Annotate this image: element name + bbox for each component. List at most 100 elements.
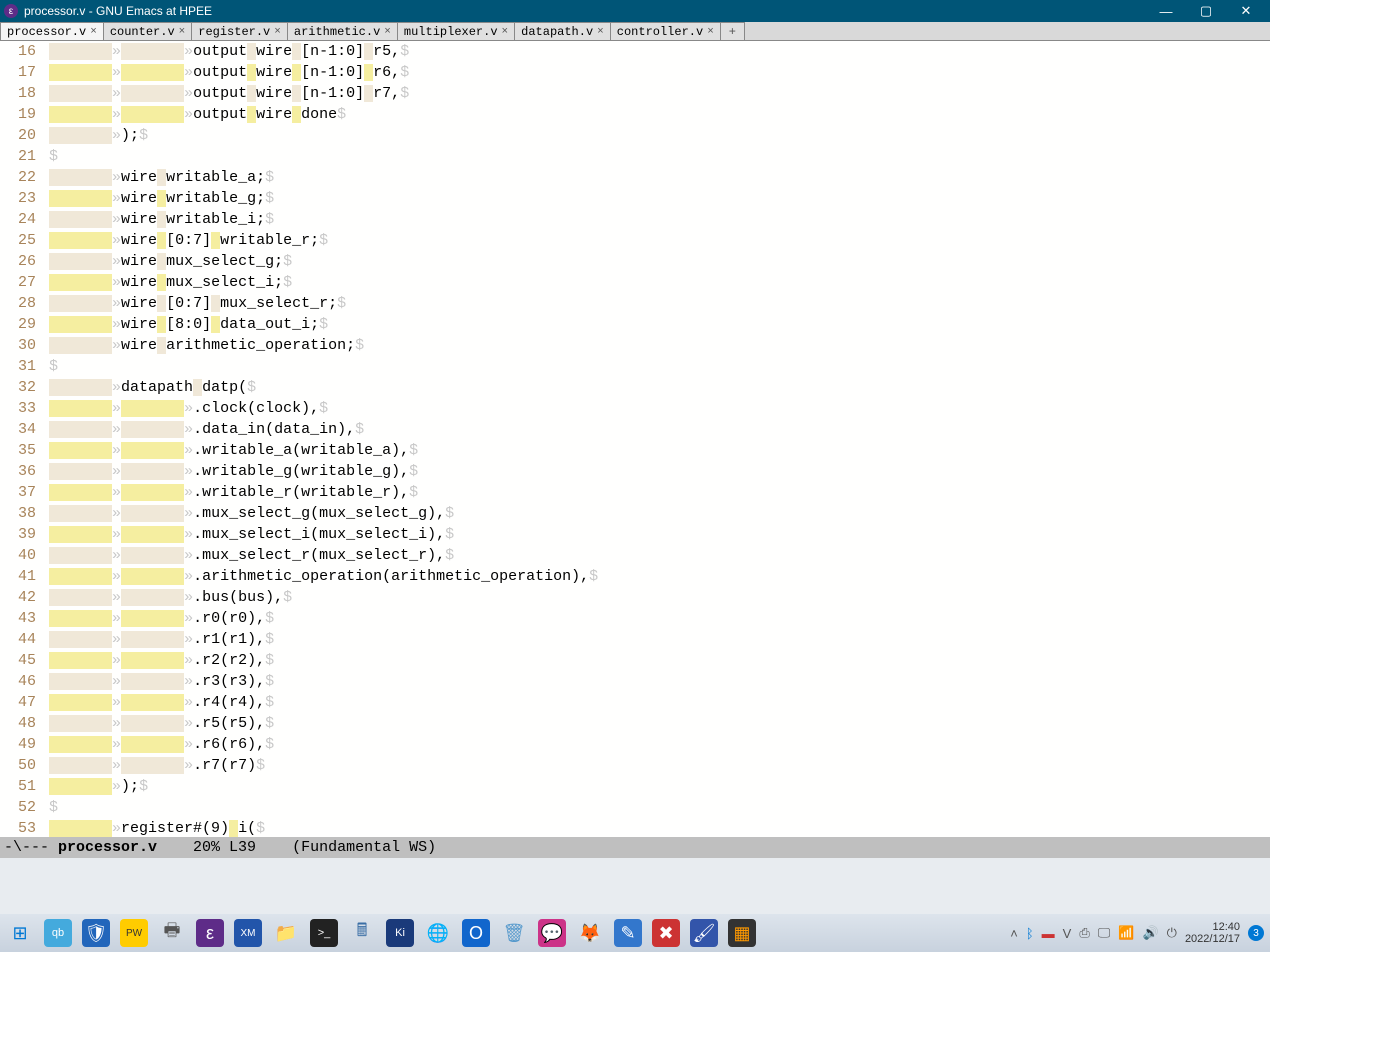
- code-line[interactable]: 40 » ».mux_select_r(mux_select_r),$: [0, 545, 1270, 566]
- qb-icon[interactable]: qb: [44, 919, 72, 947]
- power-icon[interactable]: ⏻: [1167, 925, 1177, 941]
- printer-icon[interactable]: 🖶: [158, 919, 186, 947]
- code-line[interactable]: 43 » ».r0(r0),$: [0, 608, 1270, 629]
- new-tab-button[interactable]: +: [720, 22, 745, 40]
- sublime-icon[interactable]: ▦: [728, 919, 756, 947]
- code-line[interactable]: 20 »);$: [0, 125, 1270, 146]
- calc-icon[interactable]: 🖩: [348, 919, 376, 947]
- tab-datapath-v[interactable]: datapath.v×: [514, 22, 611, 40]
- wifi-icon[interactable]: 📶: [1118, 925, 1134, 941]
- close-icon[interactable]: ×: [274, 26, 281, 38]
- code-line[interactable]: 44 » ».r1(r1),$: [0, 629, 1270, 650]
- vpn-icon[interactable]: V: [1063, 926, 1072, 941]
- tab-label: processor.v: [7, 25, 86, 39]
- code-line[interactable]: 24 »wire writable_i;$: [0, 209, 1270, 230]
- minimize-button[interactable]: —: [1146, 4, 1186, 19]
- clock[interactable]: 12:40 2022/12/17: [1185, 921, 1240, 945]
- firefox-icon[interactable]: 🦊: [576, 919, 604, 947]
- code-line[interactable]: 18 » »output wire [n-1:0] r7,$: [0, 83, 1270, 104]
- close-icon[interactable]: ×: [179, 26, 186, 38]
- line-number: 22: [0, 167, 40, 188]
- code-text: » »output wire done$: [40, 104, 346, 125]
- code-line[interactable]: 36 » ».writable_g(writable_g),$: [0, 461, 1270, 482]
- modeline: -\--- processor.v 20% L39 (Fundamental W…: [0, 837, 1270, 858]
- close-icon[interactable]: ×: [707, 26, 714, 38]
- volume-icon[interactable]: 🔊: [1142, 925, 1158, 941]
- code-line[interactable]: 45 » ».r2(r2),$: [0, 650, 1270, 671]
- code-line[interactable]: 47 » ».r4(r4),$: [0, 692, 1270, 713]
- battery-low-icon[interactable]: ▬: [1042, 926, 1055, 941]
- code-text: » ».writable_g(writable_g),$: [40, 461, 418, 482]
- tab-controller-v[interactable]: controller.v×: [610, 22, 721, 40]
- line-number: 43: [0, 608, 40, 629]
- pw-icon[interactable]: PW: [120, 919, 148, 947]
- bluetooth-icon[interactable]: ᛒ: [1026, 926, 1034, 941]
- code-line[interactable]: 23 »wire writable_g;$: [0, 188, 1270, 209]
- close-button[interactable]: ✕: [1226, 3, 1266, 19]
- code-line[interactable]: 38 » ».mux_select_g(mux_select_g),$: [0, 503, 1270, 524]
- display-icon[interactable]: 🖵: [1098, 925, 1111, 941]
- editor-pane[interactable]: 16 » »output wire [n-1:0] r5,$17 » »outp…: [0, 41, 1270, 837]
- code-line[interactable]: 22 »wire writable_a;$: [0, 167, 1270, 188]
- notification-icon[interactable]: 3: [1248, 925, 1264, 941]
- outlook-icon[interactable]: O: [462, 919, 490, 947]
- code-text: » ».r7(r7)$: [40, 755, 265, 776]
- code-line[interactable]: 53 »register#(9) i($: [0, 818, 1270, 837]
- terminal-icon[interactable]: >_: [310, 919, 338, 947]
- code-line[interactable]: 37 » ».writable_r(writable_r),$: [0, 482, 1270, 503]
- code-line[interactable]: 33 » ».clock(clock),$: [0, 398, 1270, 419]
- close-app-icon[interactable]: ✖: [652, 919, 680, 947]
- discord-icon[interactable]: 💬: [538, 919, 566, 947]
- code-line[interactable]: 52 $: [0, 797, 1270, 818]
- close-icon[interactable]: ×: [90, 26, 97, 38]
- globe-icon[interactable]: 🌐: [424, 919, 452, 947]
- code-text: »wire [0:7] writable_r;$: [40, 230, 328, 251]
- folder-icon[interactable]: 📁: [272, 919, 300, 947]
- code-line[interactable]: 27 »wire mux_select_i;$: [0, 272, 1270, 293]
- maximize-button[interactable]: ▢: [1186, 3, 1226, 19]
- usb-icon[interactable]: ⎙: [1079, 925, 1089, 941]
- code-line[interactable]: 16 » »output wire [n-1:0] r5,$: [0, 41, 1270, 62]
- code-line[interactable]: 29 »wire [8:0] data_out_i;$: [0, 314, 1270, 335]
- edit-icon[interactable]: ✎: [614, 919, 642, 947]
- code-line[interactable]: 21 $: [0, 146, 1270, 167]
- code-line[interactable]: 19 » »output wire done$: [0, 104, 1270, 125]
- code-line[interactable]: 35 » ».writable_a(writable_a),$: [0, 440, 1270, 461]
- code-line[interactable]: 48 » ».r5(r5),$: [0, 713, 1270, 734]
- chevron-up-icon[interactable]: ˄: [1010, 926, 1018, 941]
- emacs-icon[interactable]: ε: [196, 919, 224, 947]
- paint-icon[interactable]: 🖌: [690, 919, 718, 947]
- code-text: » ».mux_select_r(mux_select_r),$: [40, 545, 454, 566]
- code-line[interactable]: 46 » ».r3(r3),$: [0, 671, 1270, 692]
- code-line[interactable]: 25 »wire [0:7] writable_r;$: [0, 230, 1270, 251]
- tab-register-v[interactable]: register.v×: [191, 22, 288, 40]
- code-text: » ».r5(r5),$: [40, 713, 274, 734]
- kicad-icon[interactable]: Ki: [386, 919, 414, 947]
- code-line[interactable]: 41 » ».arithmetic_operation(arithmetic_o…: [0, 566, 1270, 587]
- shield-icon[interactable]: 🛡: [82, 919, 110, 947]
- tab-arithmetic-v[interactable]: arithmetic.v×: [287, 22, 398, 40]
- start-icon[interactable]: ⊞: [6, 919, 34, 947]
- code-line[interactable]: 30 »wire arithmetic_operation;$: [0, 335, 1270, 356]
- code-line[interactable]: 31 $: [0, 356, 1270, 377]
- code-line[interactable]: 17 » »output wire [n-1:0] r6,$: [0, 62, 1270, 83]
- code-line[interactable]: 39 » ».mux_select_i(mux_select_i),$: [0, 524, 1270, 545]
- close-icon[interactable]: ×: [384, 26, 391, 38]
- code-line[interactable]: 51 »);$: [0, 776, 1270, 797]
- trash-icon[interactable]: 🗑: [500, 919, 528, 947]
- code-line[interactable]: 34 » ».data_in(data_in),$: [0, 419, 1270, 440]
- xm-icon[interactable]: XM: [234, 919, 262, 947]
- code-line[interactable]: 26 »wire mux_select_g;$: [0, 251, 1270, 272]
- line-number: 23: [0, 188, 40, 209]
- code-line[interactable]: 28 »wire [0:7] mux_select_r;$: [0, 293, 1270, 314]
- code-line[interactable]: 32 »datapath datp($: [0, 377, 1270, 398]
- close-icon[interactable]: ×: [502, 26, 509, 38]
- tab-processor-v[interactable]: processor.v ×: [0, 22, 104, 40]
- code-line[interactable]: 42 » ».bus(bus),$: [0, 587, 1270, 608]
- code-line[interactable]: 50 » ».r7(r7)$: [0, 755, 1270, 776]
- close-icon[interactable]: ×: [597, 26, 604, 38]
- tab-counter-v[interactable]: counter.v×: [103, 22, 192, 40]
- tab-multiplexer-v[interactable]: multiplexer.v×: [397, 22, 515, 40]
- code-line[interactable]: 49 » ».r6(r6),$: [0, 734, 1270, 755]
- line-number: 37: [0, 482, 40, 503]
